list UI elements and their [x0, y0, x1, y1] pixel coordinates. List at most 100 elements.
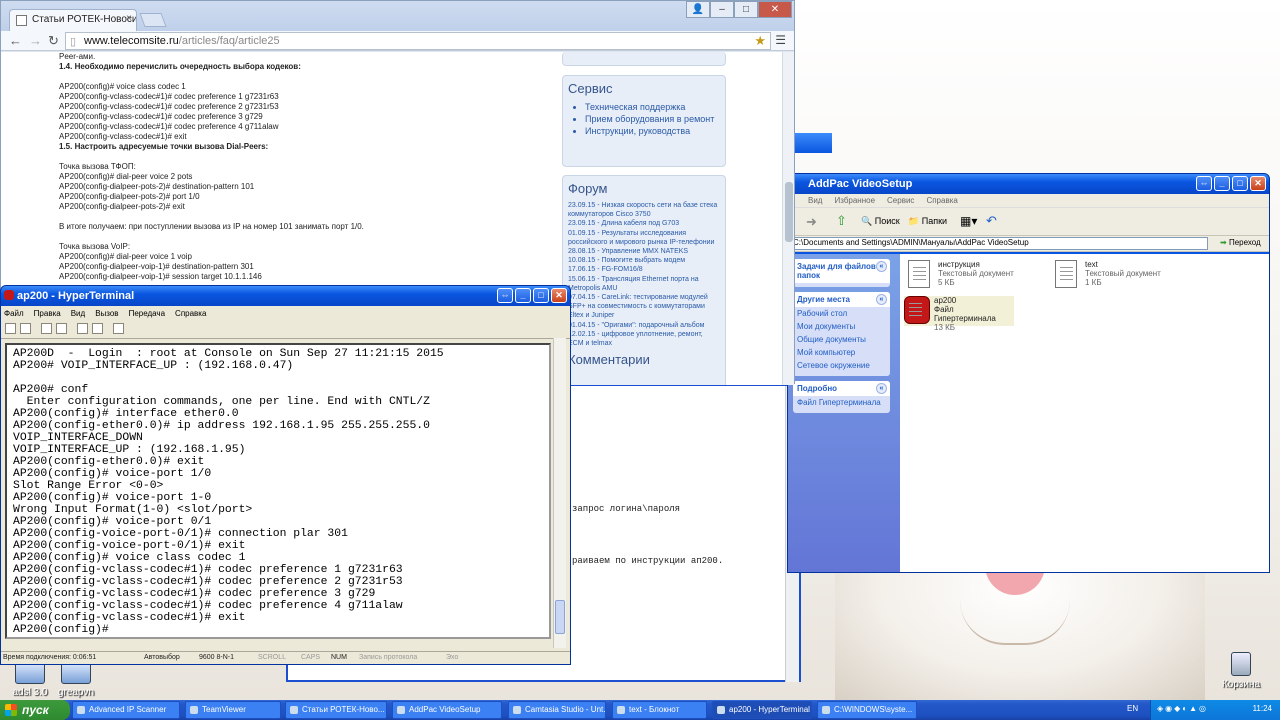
- hyperterminal-window[interactable]: ap200 - HyperTerminal ⇔ _ □ ✕ Файл Правк…: [0, 285, 571, 665]
- minimize-button[interactable]: _: [515, 288, 531, 303]
- article-line: [59, 72, 539, 82]
- disconnect-icon[interactable]: [56, 323, 67, 334]
- start-button[interactable]: пуск: [0, 700, 70, 720]
- recycle-bin-icon: [1231, 652, 1251, 676]
- send-icon[interactable]: [77, 323, 88, 334]
- undo-icon[interactable]: ↶: [986, 213, 997, 229]
- restore-icon[interactable]: ⇔: [1196, 176, 1212, 191]
- taskbar-item[interactable]: ap200 - HyperTerminal: [712, 701, 812, 719]
- terminal-line: Wrong Input Format(1-0) <slot/port>: [13, 504, 253, 516]
- service-box: Сервис Техническая поддержка Прием обору…: [562, 75, 726, 167]
- restore-icon[interactable]: ⇔: [497, 288, 513, 303]
- explorer-toolbar: ➜ ⇧ 🔍 Поиск 📁 Папки ▦▾ ↶: [788, 208, 1269, 236]
- maximize-button[interactable]: □: [533, 288, 549, 303]
- bookmark-star-icon[interactable]: ★: [754, 33, 766, 49]
- forum-item[interactable]: 01.04.15 - "Оригами": подарочный альбом: [563, 321, 725, 330]
- scrollbar-thumb[interactable]: [785, 182, 793, 242]
- forward-icon[interactable]: →: [29, 33, 42, 48]
- maximize-button[interactable]: □: [734, 1, 758, 18]
- terminal-output[interactable]: AP200D - Login : root at Console on Sun …: [5, 343, 551, 639]
- file-item[interactable]: инструкция Текстовый документ 5 КБ: [908, 260, 1018, 290]
- taskbar-item[interactable]: Статьи РОТЕК-Ново...: [285, 701, 387, 719]
- menu-icon[interactable]: ☰: [775, 33, 786, 47]
- clock[interactable]: 11:24: [1253, 704, 1272, 713]
- explorer-titlebar[interactable]: AddPac VideoSetup ⇔ _ □ ✕: [788, 174, 1269, 194]
- connect-icon[interactable]: [41, 323, 52, 334]
- page-scrollbar[interactable]: [782, 52, 794, 385]
- desktop-icon-recycle-bin[interactable]: Корзина: [1211, 652, 1271, 690]
- explorer-body: Задачи для файлов и папок « Другие места «…: [788, 254, 1269, 572]
- minimize-button[interactable]: _: [1214, 176, 1230, 191]
- up-folder-icon[interactable]: ⇧: [836, 213, 847, 229]
- properties-icon[interactable]: [113, 323, 124, 334]
- desktop-icon-greapvn[interactable]: greapvn: [46, 660, 106, 698]
- collapse-icon[interactable]: «: [876, 383, 887, 394]
- taskbar-item[interactable]: TeamViewer: [185, 701, 281, 719]
- browser-tab[interactable]: Статьи РОТЕК-Новосибирск ×: [9, 9, 137, 31]
- forum-item[interactable]: 10.08.15 - Помогите выбрать модем: [563, 256, 725, 265]
- new-connection-icon[interactable]: [5, 323, 16, 334]
- maximize-button[interactable]: □: [1232, 176, 1248, 191]
- address-field[interactable]: C:\Documents and Settings\ADMIN\Мануалы\…: [788, 237, 1208, 250]
- forum-item[interactable]: 01.09.15 - Результаты исследования росси…: [563, 229, 725, 247]
- taskbar-item[interactable]: AddPac VideoSetup: [392, 701, 502, 719]
- terminal-line: VOIP_INTERFACE_DOWN: [13, 432, 143, 444]
- terminal-line: AP200D - Login : root at Console on Sun …: [13, 348, 444, 360]
- status-bar: Время подключения: 0:06:51 Автовыбор 960…: [1, 651, 570, 664]
- text-document-icon: [1055, 260, 1077, 288]
- terminal-line: AP200(config)# voice class codec 1: [13, 552, 246, 564]
- article-line: AP200(config-vclass-codec#1)# exit: [59, 132, 187, 141]
- folders-button[interactable]: 📁 Папки: [908, 216, 947, 227]
- tray-icons[interactable]: ◈◉◆◐▲◎: [1157, 704, 1208, 713]
- receive-icon[interactable]: [92, 323, 103, 334]
- forum-item[interactable]: 17.06.15 - FG-FOM16/8: [563, 265, 725, 274]
- taskbar-item[interactable]: text - Блокнот: [612, 701, 707, 719]
- collapse-icon[interactable]: «: [876, 294, 887, 305]
- hyperterminal-titlebar[interactable]: ap200 - HyperTerminal ⇔ _ □ ✕: [1, 286, 570, 306]
- terminal-line: AP200(config)# voice-port 1/0: [13, 468, 212, 480]
- scrollbar-thumb[interactable]: [555, 600, 565, 634]
- forum-item[interactable]: 07.04.15 - CareLink: тестирование модуле…: [563, 293, 725, 321]
- taskbar-item[interactable]: Advanced IP Scanner: [72, 701, 180, 719]
- taskbar-item[interactable]: Camtasia Studio - Unt...: [508, 701, 606, 719]
- forum-list: 23.09.15 - Низкая скорость сети на базе …: [563, 201, 725, 348]
- notepad-content: запрос логина\пароля раиваем по инструкц…: [572, 504, 724, 566]
- task-box-files: Задачи для файлов и папок «: [793, 259, 890, 287]
- forum-item[interactable]: 23.09.15 - Низкая скорость сети на базе …: [563, 201, 725, 219]
- new-tab-button[interactable]: [139, 13, 167, 27]
- article-heading: 1.5. Настроить адресуемые точки вызова D…: [59, 142, 269, 151]
- close-button[interactable]: ✕: [551, 288, 567, 303]
- views-icon[interactable]: ▦▾: [960, 214, 977, 228]
- forum-item[interactable]: 15.06.15 - Трансляция Ethernet порта на …: [563, 275, 725, 293]
- file-item[interactable]: text Текстовый документ 1 КБ: [1055, 260, 1165, 290]
- explorer-window[interactable]: AddPac VideoSetup ⇔ _ □ ✕ Вид Избранное …: [787, 173, 1270, 573]
- go-button[interactable]: ➡ Переход: [1220, 238, 1261, 247]
- forum-item[interactable]: 23.09.15 - Длина кабеля под G703: [563, 219, 725, 228]
- close-button[interactable]: ✕: [758, 1, 792, 18]
- terminal-line: Slot Range Error <0-0>: [13, 480, 164, 492]
- terminal-line: AP200(config-ether0.0)# exit: [13, 456, 205, 468]
- article-line: AP200(config-dialpeer-voip-1)# session t…: [59, 272, 262, 281]
- explorer-task-pane: Задачи для файлов и папок « Другие места «…: [788, 254, 900, 572]
- taskbar-item[interactable]: C:\WINDOWS\syste...: [817, 701, 917, 719]
- reload-icon[interactable]: ↻: [48, 33, 59, 49]
- tab-close-icon[interactable]: ×: [126, 13, 132, 24]
- language-indicator[interactable]: EN: [1127, 704, 1138, 713]
- search-button[interactable]: 🔍 Поиск: [861, 216, 900, 227]
- notepad-titlebar-fragment[interactable]: [790, 133, 832, 153]
- forward-icon[interactable]: ➜: [806, 214, 817, 230]
- back-icon[interactable]: ←: [9, 33, 22, 48]
- user-icon[interactable]: 👤: [686, 1, 710, 18]
- file-item-selected[interactable]: ap200 Файл Гипертерминала 13 КБ: [904, 296, 1014, 332]
- terminal-scrollbar[interactable]: [553, 338, 566, 648]
- article-line: В итоге получаем: при поступлении вызова…: [59, 222, 364, 231]
- minimize-button[interactable]: –: [710, 1, 734, 18]
- address-bar[interactable]: ▯ www.telecomsite.ru/articles/faq/articl…: [65, 32, 771, 50]
- forum-item[interactable]: 28.08.15 - Управление MMX NATEKS: [563, 247, 725, 256]
- close-button[interactable]: ✕: [1250, 176, 1266, 191]
- article-heading: 1.4. Необходимо перечислить очередность …: [59, 62, 301, 71]
- open-icon[interactable]: [20, 323, 31, 334]
- forum-item[interactable]: 12.02.15 - цифровое уплотнение, ремонт, …: [563, 330, 725, 348]
- collapse-icon[interactable]: «: [876, 261, 887, 272]
- article-line: AP200(config-dialpeer-voip-1)# destinati…: [59, 262, 254, 271]
